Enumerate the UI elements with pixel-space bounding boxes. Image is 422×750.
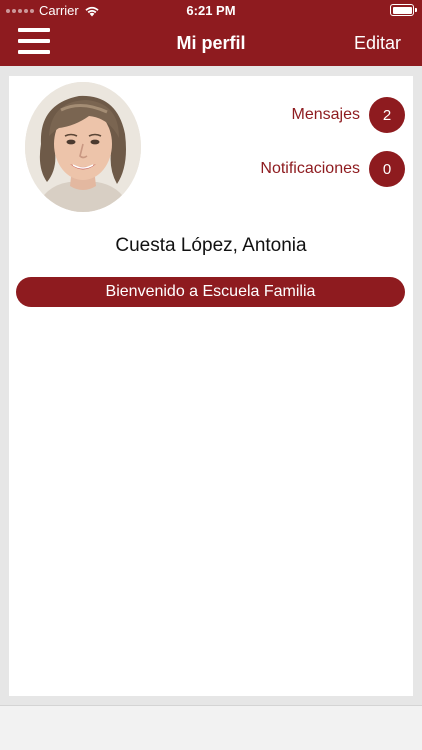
messages-stat[interactable]: Mensajes 2: [292, 97, 405, 133]
battery-icon: [390, 4, 417, 16]
nav-bar: Mi perfil Editar: [0, 22, 422, 66]
app-screen: Carrier 6:21 PM Mi perfil Editar Mensaje…: [0, 0, 422, 750]
status-time: 6:21 PM: [186, 3, 236, 18]
status-right: [390, 4, 417, 16]
bottom-toolbar: [0, 705, 422, 750]
status-bar: Carrier 6:21 PM: [0, 0, 422, 22]
notifications-count-badge: 0: [369, 151, 405, 187]
welcome-banner: Bienvenido a Escuela Familia: [16, 277, 405, 307]
notifications-label: Notificaciones: [260, 160, 360, 177]
avatar-portrait: [25, 82, 141, 212]
messages-label: Mensajes: [291, 106, 360, 123]
profile-card: Mensajes 2 Notificaciones 0 Cuesta López…: [9, 76, 413, 696]
edit-button[interactable]: Editar: [354, 33, 401, 54]
messages-count-badge: 2: [369, 97, 405, 133]
header: Carrier 6:21 PM Mi perfil Editar: [0, 0, 422, 66]
user-name: Cuesta López, Antonia: [115, 235, 307, 256]
avatar: [25, 82, 141, 212]
notifications-stat[interactable]: Notificaciones 0: [260, 151, 405, 187]
